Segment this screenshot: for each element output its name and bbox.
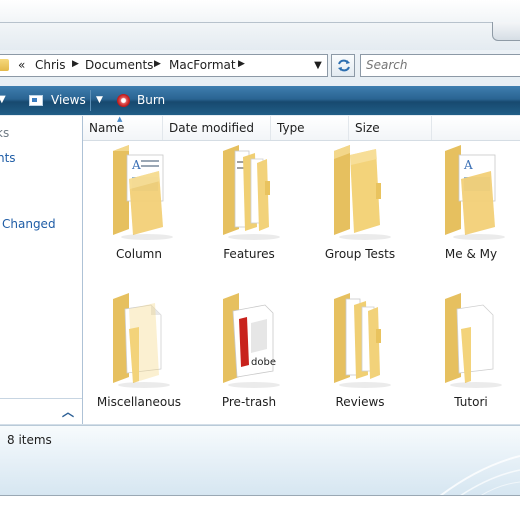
window-edge (0, 22, 520, 23)
burn-button[interactable]: Burn (115, 90, 175, 111)
search-box[interactable] (360, 54, 520, 77)
column-date-modified[interactable]: Date modified (163, 116, 271, 140)
folder-item[interactable]: dobe Pre-trash (194, 289, 304, 419)
svg-text:A: A (131, 158, 141, 172)
folder-item[interactable]: Group Tests (305, 141, 415, 271)
address-dropdown-button[interactable]: ▼ (310, 57, 326, 74)
folder-adobe-doc-icon: dobe (223, 293, 280, 388)
views-button[interactable]: Views (25, 90, 87, 111)
collapse-folders-button[interactable]: ︿ (62, 403, 74, 420)
breadcrumb-overflow[interactable]: « (18, 58, 25, 72)
chevron-right-icon[interactable]: ▶ (154, 59, 161, 69)
folder-name: Group Tests (324, 247, 396, 261)
nav-divider (0, 398, 82, 399)
folder-document-icon: A (445, 145, 505, 240)
burn-disc-icon (117, 94, 130, 107)
svg-text:dobe: dobe (251, 357, 276, 368)
column-name[interactable]: ▲ Name (83, 115, 163, 140)
item-count: 8 items (7, 433, 52, 447)
folder-item[interactable]: Tutori (416, 289, 520, 419)
chevron-right-icon[interactable]: ▶ (238, 59, 245, 69)
views-dropdown-button[interactable]: ▼ (90, 90, 108, 111)
breadcrumb-macformat[interactable]: MacFormat (169, 58, 236, 72)
address-bar[interactable]: « Chris ▶ Documents ▶ MacFormat ▶ ▼ (0, 54, 328, 77)
desktop-background (0, 496, 520, 520)
command-bar: ▼ Views ▼ Burn (0, 86, 520, 115)
column-header: ▲ Name Date modified Type Size (83, 115, 520, 141)
folder-item[interactable]: Features (194, 141, 304, 271)
folder-item[interactable]: A Column (84, 141, 194, 271)
views-icon (29, 95, 43, 106)
refresh-icon (338, 59, 350, 72)
folder-blank-page-icon (113, 293, 170, 388)
folder-blank-page-icon (445, 293, 502, 388)
nav-item-links[interactable]: ks (0, 126, 9, 140)
folder-name: Pre-trash (221, 395, 277, 409)
svg-text:A: A (463, 158, 473, 172)
breadcrumb-documents[interactable]: Documents (85, 58, 153, 72)
column-size[interactable]: Size (349, 116, 432, 140)
nav-item-recently-changed[interactable]: Changed (2, 217, 56, 231)
folder-pages-icon (334, 293, 391, 388)
folder-name: Column (116, 247, 162, 261)
breadcrumb-chris[interactable]: Chris (35, 58, 66, 72)
folder-name: Tutori (454, 395, 488, 409)
decorative-swoosh (439, 455, 520, 496)
chevron-right-icon[interactable]: ▶ (72, 59, 79, 69)
folder-icon (0, 59, 9, 71)
refresh-button[interactable] (331, 54, 355, 77)
sort-ascending-icon: ▲ (117, 115, 123, 123)
burn-label: Burn (137, 93, 166, 107)
folder-pages-icon (223, 145, 280, 240)
folder-name: Features (223, 247, 275, 261)
folder-empty-icon (334, 145, 391, 240)
title-bar (0, 0, 520, 50)
folder-item[interactable]: A Me & My (416, 141, 520, 271)
folder-name: Miscellaneous (96, 395, 182, 409)
folder-item[interactable]: Reviews (305, 289, 415, 419)
views-label: Views (51, 93, 86, 107)
close-button[interactable] (492, 22, 520, 41)
status-bar: 8 items (0, 425, 520, 496)
navigation-pane: ks nts Changed ︿ (0, 116, 83, 424)
column-type[interactable]: Type (271, 116, 349, 140)
explorer-window: « Chris ▶ Documents ▶ MacFormat ▶ ▼ ▼ Vi… (0, 0, 520, 520)
folder-document-icon: A (113, 145, 173, 240)
file-list: ▲ Name Date modified Type Size A Column (83, 115, 520, 424)
folder-name: Me & My (444, 247, 498, 261)
search-input[interactable] (366, 58, 516, 72)
organize-dropdown-button[interactable]: ▼ (0, 93, 12, 107)
nav-item-documents[interactable]: nts (0, 151, 16, 165)
folder-item[interactable]: Miscellaneous (84, 289, 194, 419)
folder-name: Reviews (335, 395, 385, 409)
